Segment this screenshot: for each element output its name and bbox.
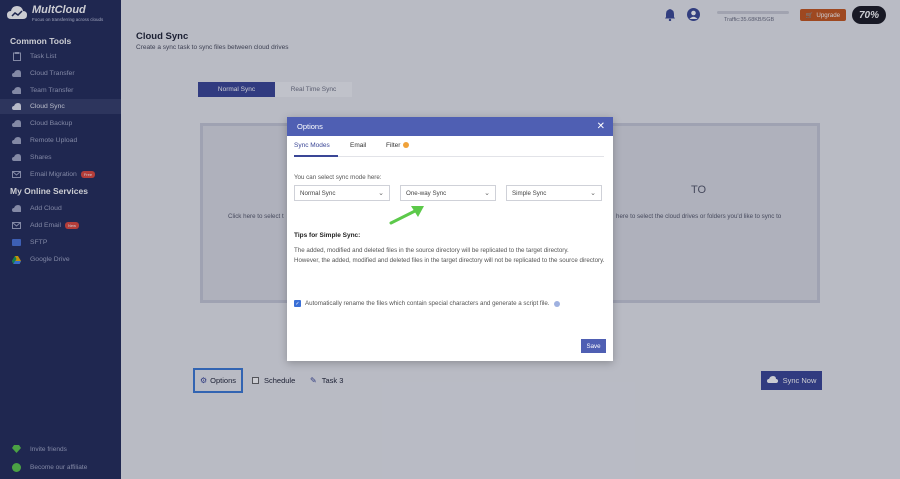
tab-sync-modes[interactable]: Sync Modes [294,142,330,149]
simple-sync-value: Simple Sync [512,189,547,197]
crown-icon [403,142,410,149]
checkbox-checked-icon: ✓ [294,300,301,307]
auto-rename-checkbox[interactable]: ✓ Automatically rename the files which c… [294,300,560,307]
sync-mode-label: You can select sync mode here: [294,174,382,181]
one-way-sync-select[interactable]: One-way Sync ⌄ [400,185,496,201]
modal-tabs: Sync Modes Email Filter [294,136,604,157]
help-icon[interactable] [553,300,560,307]
auto-rename-label: Automatically rename the files which con… [305,300,550,307]
close-icon[interactable]: ✕ [597,121,605,132]
modal-header: Options ✕ [287,117,613,136]
chevron-down-icon: ⌄ [484,190,490,197]
normal-sync-value: Normal Sync [300,189,336,197]
tab-filter-label: Filter [386,142,401,149]
active-tab-underline [294,155,338,157]
tips-line-1: The added, modified and deleted files in… [294,247,569,254]
chevron-down-icon: ⌄ [378,190,384,197]
options-modal: Options ✕ Sync Modes Email Filter You ca… [287,117,613,361]
save-button[interactable]: Save [581,339,606,353]
normal-sync-select[interactable]: Normal Sync ⌄ [294,185,390,201]
one-way-sync-value: One-way Sync [406,189,447,197]
tips-body: The added, modified and deleted files in… [294,246,606,266]
tips-title: Tips for Simple Sync: [294,232,361,239]
tab-filter[interactable]: Filter [386,142,410,149]
tab-email[interactable]: Email [350,142,366,149]
green-arrow-icon [387,204,427,231]
simple-sync-select[interactable]: Simple Sync ⌄ [506,185,602,201]
tips-line-2: However, the added, modified and deleted… [294,257,605,264]
modal-title: Options [297,122,323,131]
chevron-down-icon: ⌄ [590,190,596,197]
